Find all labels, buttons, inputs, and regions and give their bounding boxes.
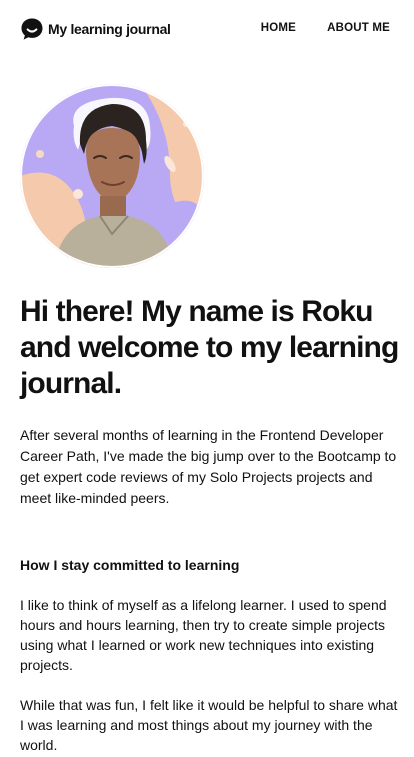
body-paragraph-2: While that was fun, I felt like it would… <box>20 697 398 753</box>
page-title: Hi there! My name is Roku and welcome to… <box>20 295 399 400</box>
nav-home-link[interactable]: HOME <box>261 22 296 34</box>
main-nav: HOME ABOUT ME <box>261 22 390 34</box>
intro-paragraph: After several months of learning in the … <box>20 427 397 506</box>
profile-photo <box>20 84 204 268</box>
logo-link[interactable]: My learning journal <box>20 17 171 41</box>
nav-about-me-link[interactable]: ABOUT ME <box>327 22 390 34</box>
section-heading: How I stay committed to learning <box>20 557 240 573</box>
site-header: My learning journal HOME ABOUT ME <box>0 0 414 58</box>
chat-bubble-smile-icon <box>21 18 43 40</box>
logo-text: My learning journal <box>48 21 171 37</box>
body-paragraph-1: I like to think of myself as a lifelong … <box>20 597 387 673</box>
profile-photo-image <box>20 84 204 268</box>
